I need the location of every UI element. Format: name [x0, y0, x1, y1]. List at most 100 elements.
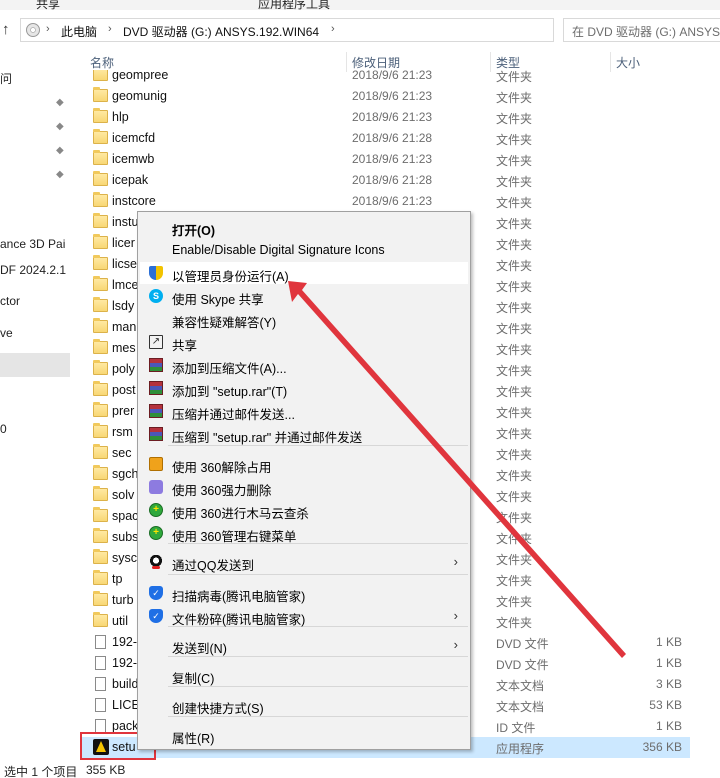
context-menu-item[interactable]: 使用 360解除占用 — [140, 453, 468, 475]
context-menu-item[interactable]: 使用 360强力删除 — [140, 476, 468, 498]
file-name: post — [112, 383, 136, 397]
folder-icon — [93, 612, 108, 627]
breadcrumb-dvd-drive[interactable]: DVD 驱动器 (G:) ANSYS.192.WIN64 — [123, 23, 319, 40]
folder-icon — [93, 528, 108, 543]
vertical-scrollbar[interactable] — [708, 70, 720, 760]
context-menu-item[interactable]: 发送到(N) › — [140, 634, 468, 656]
file-date: 2018/9/6 21:23 — [352, 110, 433, 124]
file-name: rsm — [112, 425, 133, 439]
file-row[interactable]: geomunig 2018/9/6 21:23 文件夹 — [80, 86, 690, 107]
file-type: DVD 文件 — [496, 658, 549, 672]
context-menu-item[interactable]: 压缩并通过邮件发送... — [140, 400, 468, 422]
context-menu-item[interactable]: 打开(O) — [140, 216, 468, 238]
file-type: 文件夹 — [496, 133, 533, 147]
file-date: 2018/9/6 21:23 — [352, 152, 433, 166]
search-input[interactable]: 在 DVD 驱动器 (G:) ANSYS.192.WIN64 中搜索 — [563, 18, 720, 42]
context-menu-item[interactable]: S 使用 Skype 共享 — [140, 285, 468, 307]
file-type: 文件夹 — [496, 91, 533, 105]
file-row[interactable]: icepak 2018/9/6 21:28 文件夹 — [80, 170, 690, 191]
address-bar[interactable]: › 此电脑 › DVD 驱动器 (G:) ANSYS.192.WIN64 › — [20, 18, 554, 42]
chevron-right-icon[interactable]: › — [331, 23, 335, 35]
context-menu: 打开(O) Enable/Disable Digital Signature Ic… — [137, 211, 471, 750]
nav-item[interactable]: ve — [0, 326, 13, 340]
context-menu-item[interactable]: 以管理员身份运行(A) — [140, 262, 468, 284]
file-name: geomunig — [112, 89, 167, 103]
up-arrow-icon[interactable]: ↑ — [2, 21, 10, 38]
pin-icon: ◆ — [56, 121, 64, 132]
file-type: 文件夹 — [496, 385, 533, 399]
pin-icon: ◆ — [56, 169, 64, 180]
nav-item[interactable]: 0 — [0, 422, 7, 436]
file-type: 文件夹 — [496, 469, 533, 483]
folder-icon — [93, 318, 108, 333]
winrar-icon — [149, 404, 163, 418]
nav-item[interactable]: DF 2024.2.1 — [0, 263, 66, 277]
context-menu-label: 添加到 "setup.rar"(T) — [172, 385, 288, 399]
nav-item[interactable]: 问 — [0, 70, 12, 87]
folder-icon — [93, 381, 108, 396]
folder-icon — [93, 108, 108, 123]
context-menu-item[interactable]: 添加到压缩文件(A)... — [140, 354, 468, 376]
file-name: instu — [112, 215, 139, 229]
file-row[interactable]: icemcfd 2018/9/6 21:28 文件夹 — [80, 128, 690, 149]
file-date: 2018/9/6 21:23 — [352, 70, 433, 82]
column-divider[interactable] — [610, 52, 611, 72]
ribbon-tab-app-tools[interactable]: 应用程序工具 — [258, 0, 330, 10]
context-menu-item[interactable]: ↗ 共享 — [140, 331, 468, 353]
breadcrumb-this-pc[interactable]: 此电脑 — [61, 23, 97, 40]
context-menu-item[interactable]: ✓ 文件粉碎(腾讯电脑管家) › — [140, 605, 468, 627]
file-name: LICE — [112, 698, 140, 712]
column-header-name[interactable]: 名称 — [90, 50, 114, 72]
file-name: licer — [112, 236, 135, 250]
context-menu-item[interactable]: 通过QQ发送到 › — [140, 551, 468, 573]
column-header-type[interactable]: 类型 — [496, 50, 520, 72]
file-name: sec — [112, 446, 132, 460]
nav-item[interactable]: ance 3D Pai — [0, 237, 65, 251]
file-name: hlp — [112, 110, 129, 124]
file-row[interactable]: hlp 2018/9/6 21:23 文件夹 — [80, 107, 690, 128]
status-selected-size: 355 KB — [86, 763, 126, 777]
column-header-date[interactable]: 修改日期 — [352, 50, 400, 72]
file-date: 2018/9/6 21:28 — [352, 173, 433, 187]
text-file-icon — [95, 698, 106, 712]
ribbon-tab-share[interactable]: 共享 — [36, 0, 60, 10]
file-name: icemwb — [112, 152, 155, 166]
chevron-right-icon: › — [453, 637, 458, 652]
context-menu-item[interactable]: Enable/Disable Digital Signature Icons — [140, 239, 468, 261]
chevron-right-icon: › — [453, 554, 458, 569]
360-menu-icon: + — [149, 526, 163, 540]
context-menu-item[interactable]: 创建快捷方式(S) — [140, 694, 468, 716]
context-menu-label: 压缩到 "setup.rar" 并通过邮件发送 — [172, 431, 363, 445]
chevron-right-icon[interactable]: › — [108, 23, 112, 35]
folder-icon — [93, 70, 108, 81]
file-row[interactable]: geompree 2018/9/6 21:23 文件夹 — [80, 70, 690, 86]
skype-icon: S — [149, 289, 163, 303]
context-menu-item[interactable]: + 使用 360进行木马云查杀 — [140, 499, 468, 521]
context-menu-label: 添加到压缩文件(A)... — [172, 362, 287, 376]
file-row[interactable]: instcore 2018/9/6 21:23 文件夹 — [80, 191, 690, 212]
context-menu-label: 发送到(N) — [172, 642, 227, 656]
context-menu-item[interactable]: 属性(R) — [140, 724, 468, 746]
context-menu-item[interactable]: 添加到 "setup.rar"(T) — [140, 377, 468, 399]
context-menu-item[interactable]: 压缩到 "setup.rar" 并通过邮件发送 — [140, 423, 468, 445]
file-date: 2018/9/6 21:28 — [352, 131, 433, 145]
file-row[interactable]: icemwb 2018/9/6 21:23 文件夹 — [80, 149, 690, 170]
column-divider[interactable] — [346, 52, 347, 72]
file-type: 文件夹 — [496, 280, 533, 294]
context-menu-label: 使用 360强力删除 — [172, 484, 272, 498]
column-divider[interactable] — [490, 52, 491, 72]
chevron-right-icon[interactable]: › — [46, 23, 50, 35]
context-menu-item[interactable]: 兼容性疑难解答(Y) — [140, 308, 468, 330]
tencent-guard-icon: ✓ — [149, 609, 163, 623]
folder-icon — [93, 444, 108, 459]
context-menu-item[interactable]: 复制(C) — [140, 664, 468, 686]
nav-item-selected[interactable] — [0, 353, 70, 377]
nav-item[interactable]: ctor — [0, 294, 20, 308]
context-menu-item[interactable]: ✓ 扫描病毒(腾讯电脑管家) — [140, 582, 468, 604]
context-menu-label: 扫描病毒(腾讯电脑管家) — [172, 590, 306, 604]
status-bar: 选中 1 个项目 355 KB — [0, 760, 720, 778]
file-size: 356 KB — [642, 740, 682, 754]
folder-icon — [93, 591, 108, 606]
column-header-size[interactable]: 大小 — [616, 50, 640, 72]
context-menu-item[interactable]: + 使用 360管理右键菜单 — [140, 522, 468, 544]
